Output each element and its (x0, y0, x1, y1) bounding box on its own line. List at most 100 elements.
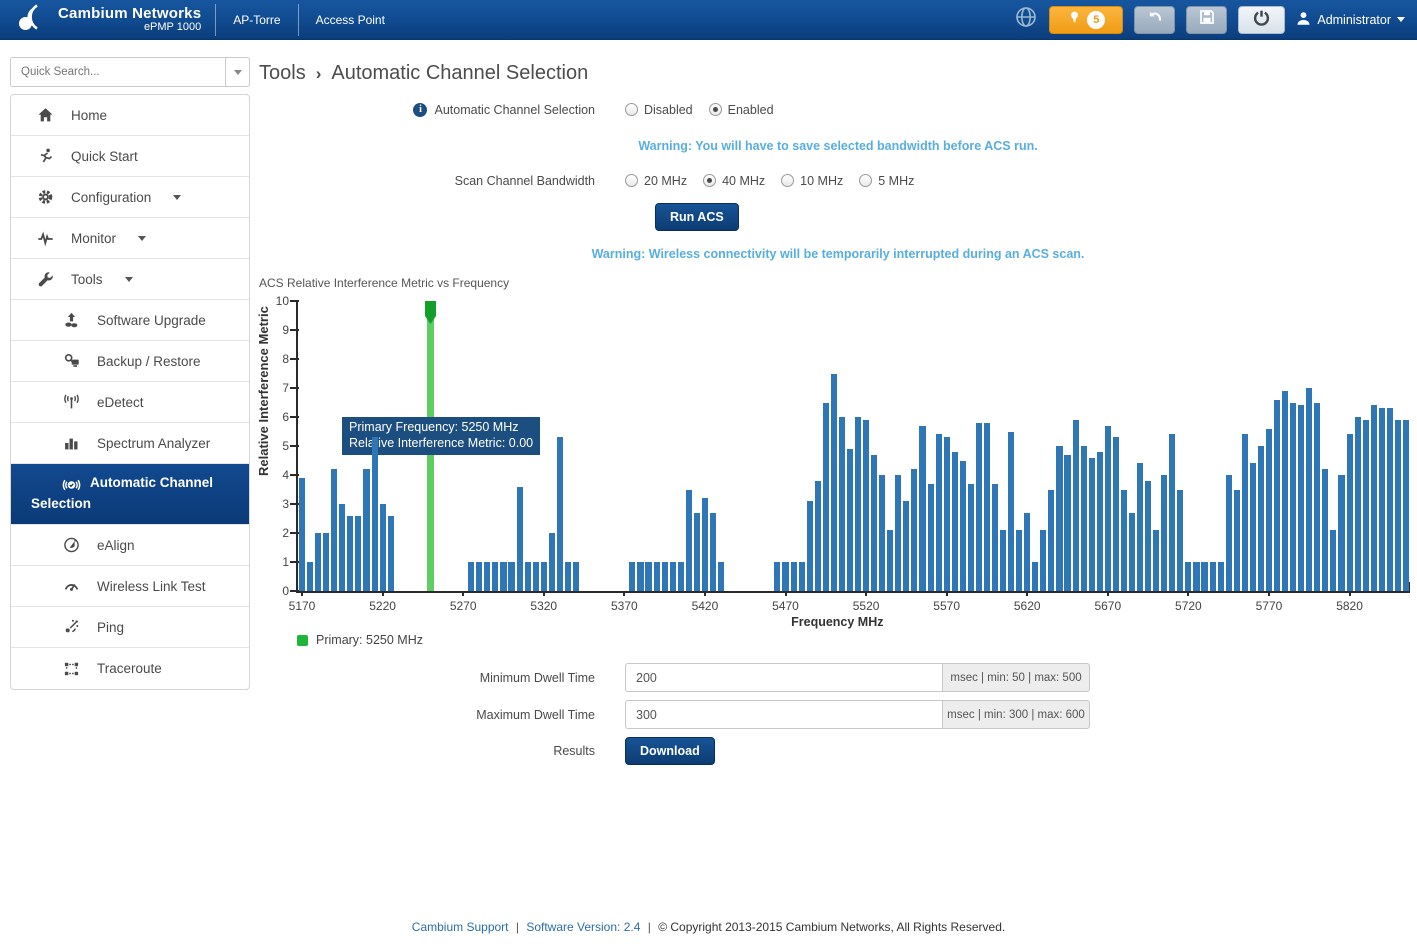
chart-bar (363, 469, 369, 591)
chart-bar (911, 469, 917, 591)
radio-10-mhz[interactable]: 10 MHz (781, 174, 843, 188)
acs-radio-group: Disabled Enabled (625, 103, 790, 117)
sidebar-item-spectrum-analyzer[interactable]: Spectrum Analyzer (11, 423, 249, 464)
tools-icon (35, 271, 56, 287)
chart-bar (968, 484, 974, 591)
chart-bar (839, 417, 845, 591)
chart-bar (1113, 437, 1119, 591)
sidebar-item-label: Spectrum Analyzer (97, 436, 210, 451)
globe-icon[interactable] (1014, 5, 1038, 34)
y-tick-mark (290, 358, 299, 360)
sidebar-item-wireless-link-test[interactable]: Wireless Link Test (11, 566, 249, 607)
brand-name: Cambium Networks (58, 6, 201, 22)
power-button[interactable] (1238, 6, 1285, 34)
info-icon[interactable]: i (413, 103, 427, 117)
chart-bar (541, 562, 547, 591)
max-dwell-label: Maximum Dwell Time (476, 708, 595, 722)
chart-bar (1032, 562, 1038, 591)
chart-bar (388, 516, 394, 591)
quick-start-icon (35, 148, 56, 164)
chart-bar (476, 562, 482, 591)
notifications-button[interactable]: 5 (1049, 6, 1123, 34)
device-name[interactable]: AP-Torre (216, 13, 297, 27)
radio-disabled[interactable]: Disabled (625, 103, 693, 117)
sidebar-item-quick-start[interactable]: Quick Start (11, 136, 249, 177)
chart-bar (1129, 513, 1135, 591)
radio-dot-icon (625, 103, 638, 116)
chart-bar (936, 434, 942, 591)
sidebar-item-automatic-channel-selection[interactable]: Automatic Channel Selection (11, 464, 249, 525)
chart-bar (629, 562, 635, 591)
sidebar-item-backup-restore[interactable]: Backup / Restore (11, 341, 249, 382)
chart-bar (1234, 490, 1240, 592)
x-tick-mark (1187, 591, 1189, 596)
chart-bar (799, 562, 805, 591)
chart-bar (960, 461, 966, 592)
spectrum-analyzer-icon (61, 435, 82, 451)
y-tick-mark (290, 416, 299, 418)
y-tick-mark (290, 445, 299, 447)
chart-bar (1000, 530, 1006, 591)
sidebar-item-configuration[interactable]: Configuration (11, 177, 249, 218)
home-icon (35, 107, 56, 123)
sidebar-item-edetect[interactable]: eDetect (11, 382, 249, 423)
radio-5-mhz[interactable]: 5 MHz (859, 174, 914, 188)
chart-bar (815, 481, 821, 591)
chart-bar (1226, 475, 1232, 591)
sidebar-item-ealign[interactable]: eAlign (11, 525, 249, 566)
sidebar-item-tools[interactable]: Tools (11, 259, 249, 300)
breadcrumb-section[interactable]: Tools (259, 62, 306, 84)
radio-label: 20 MHz (644, 174, 687, 188)
x-tick-label: 5620 (1014, 599, 1041, 613)
chart-bar (331, 469, 337, 591)
footer: Cambium Support | Software Version: 2.4 … (0, 920, 1417, 934)
chart-bar (1201, 562, 1207, 591)
automatic-channel-selection-icon (61, 477, 82, 493)
sidebar-item-traceroute[interactable]: Traceroute (11, 648, 249, 689)
user-menu[interactable]: Administrator (1296, 11, 1405, 29)
search-dropdown-toggle[interactable] (225, 58, 249, 86)
min-dwell-input[interactable] (625, 663, 942, 692)
sidebar-item-software-upgrade[interactable]: Software Upgrade (11, 300, 249, 341)
chart-bar (791, 562, 797, 591)
sidebar-item-label: eAlign (97, 538, 135, 553)
y-tick-label: 3 (282, 497, 289, 511)
chart-bar (525, 562, 531, 591)
sidebar-item-label: Tools (71, 272, 103, 287)
sidebar-item-home[interactable]: Home (11, 95, 249, 136)
chevron-down-icon (173, 195, 181, 204)
y-tick-mark (290, 503, 299, 505)
device-mode[interactable]: Access Point (299, 13, 402, 27)
chart-bar (323, 533, 329, 591)
chart-bar (903, 501, 909, 591)
chart-bar (484, 562, 490, 591)
save-button[interactable] (1186, 6, 1227, 34)
chart-bar (508, 562, 514, 591)
chart-bar (1048, 490, 1054, 592)
chart-bar (1218, 562, 1224, 591)
chart-bar (774, 562, 780, 591)
radio-40-mhz[interactable]: 40 MHz (703, 174, 765, 188)
y-tick-label: 1 (282, 555, 289, 569)
x-tick-label: 5320 (530, 599, 557, 613)
x-tick-label: 5720 (1175, 599, 1202, 613)
lightbulb-icon (1067, 9, 1082, 30)
y-tick-label: 10 (276, 294, 289, 308)
chart-bar (863, 420, 869, 591)
download-button[interactable]: Download (625, 737, 715, 765)
chart-bar (1193, 562, 1199, 591)
footer-separator: | (648, 920, 651, 934)
max-dwell-input[interactable] (625, 700, 942, 729)
radio-enabled[interactable]: Enabled (709, 103, 774, 117)
search-input[interactable] (11, 58, 225, 86)
x-tick-label: 5520 (853, 599, 880, 613)
undo-button[interactable] (1134, 6, 1175, 34)
support-link[interactable]: Cambium Support (412, 920, 509, 934)
chart-bar (1177, 490, 1183, 592)
y-tick-label: 7 (282, 381, 289, 395)
sidebar-menu: HomeQuick StartConfigurationMonitor Tools… (10, 94, 250, 690)
sidebar-item-ping[interactable]: Ping (11, 607, 249, 648)
sidebar-item-monitor[interactable]: Monitor (11, 218, 249, 259)
run-acs-button[interactable]: Run ACS (655, 203, 739, 231)
radio-20-mhz[interactable]: 20 MHz (625, 174, 687, 188)
